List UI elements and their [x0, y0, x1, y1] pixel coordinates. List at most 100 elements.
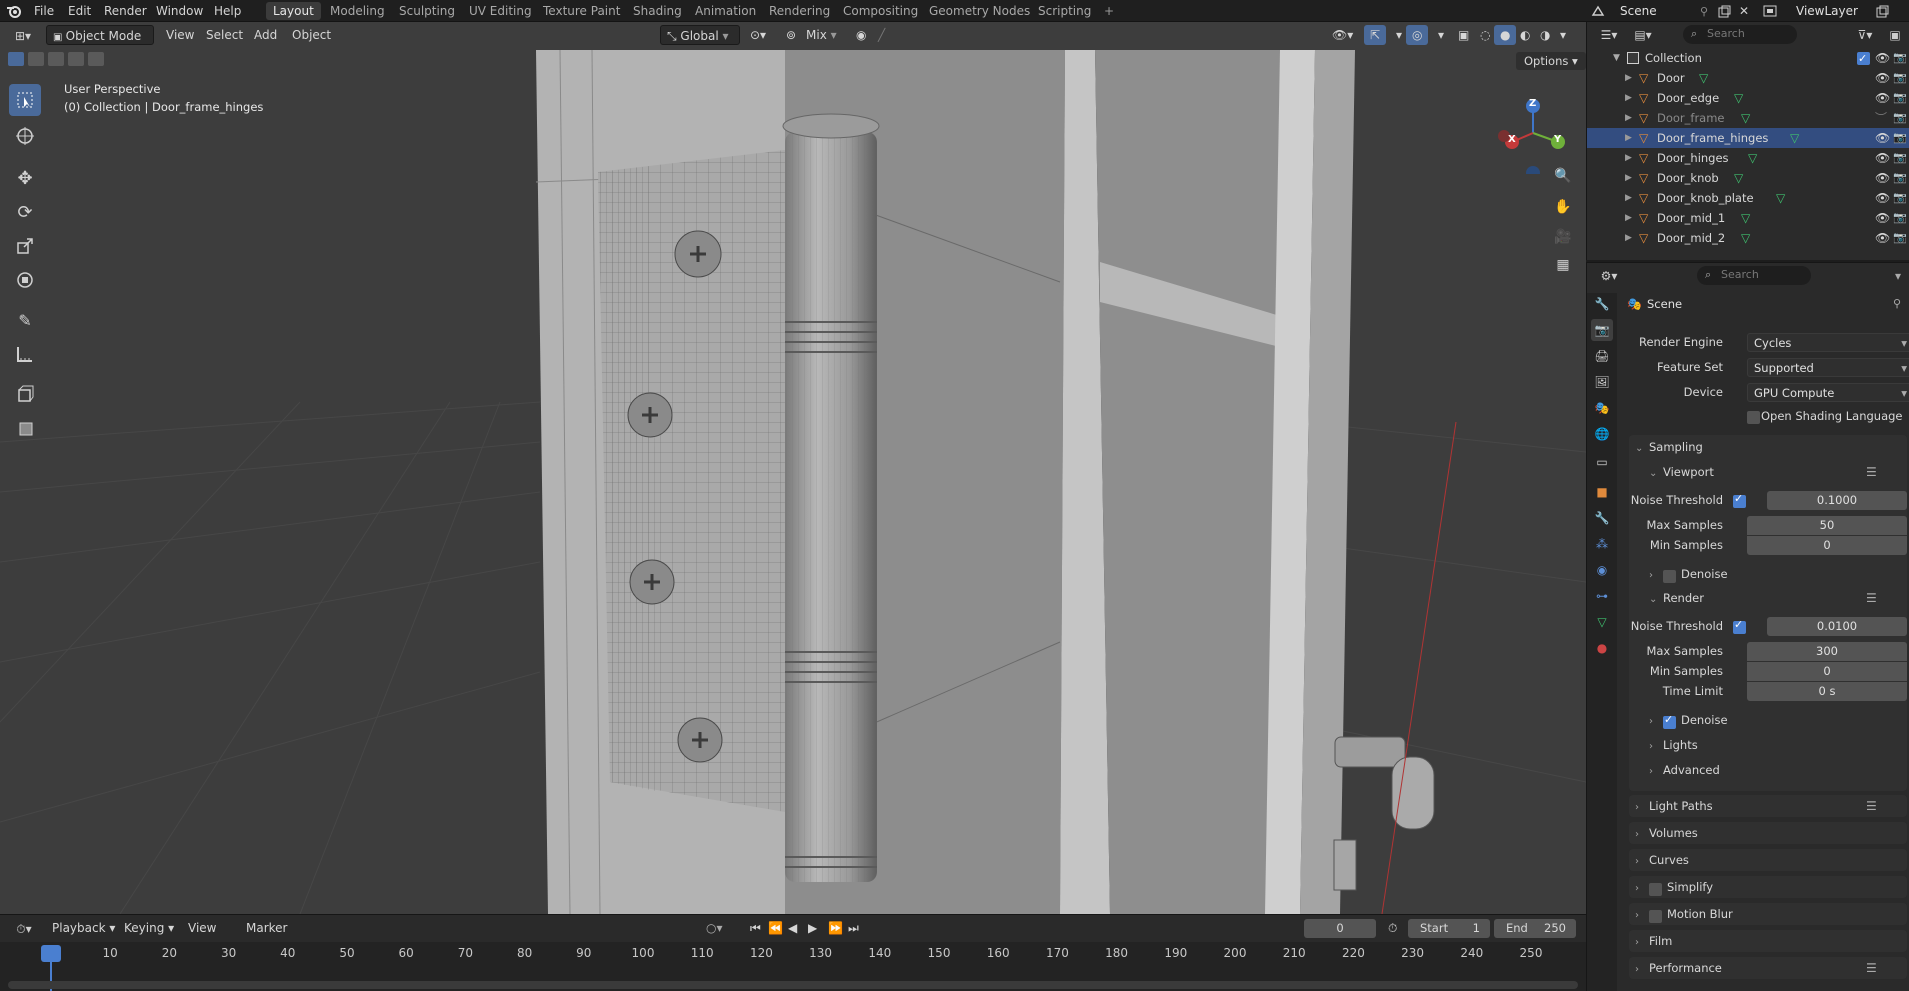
pin-icon[interactable]: ⚲: [1696, 3, 1712, 19]
end-frame-field[interactable]: End 250: [1494, 919, 1576, 938]
tab-rendering[interactable]: Rendering: [762, 2, 837, 20]
camera-icon[interactable]: 📷: [1893, 208, 1907, 228]
new-viewlayer-icon[interactable]: [1874, 3, 1890, 19]
select-extend-icon[interactable]: [28, 52, 44, 66]
camera-icon[interactable]: 📷: [1893, 48, 1907, 68]
xray-icon[interactable]: ▣: [1452, 25, 1475, 45]
menu-view[interactable]: View: [160, 25, 200, 45]
eye-icon[interactable]: 👁: [1875, 208, 1890, 228]
play-icon[interactable]: ▶: [802, 918, 823, 938]
menu-object[interactable]: Object: [286, 25, 337, 45]
camera-view-icon[interactable]: 🎥: [1552, 226, 1574, 248]
presets-list-icon[interactable]: ☰: [1866, 465, 1877, 479]
eye-icon[interactable]: 👁: [1875, 148, 1890, 168]
marker-menu[interactable]: Marker: [240, 918, 293, 938]
render-engine-dropdown[interactable]: Cycles ▾: [1747, 333, 1909, 352]
film-header[interactable]: › Film: [1635, 934, 1672, 948]
vp-max-samples-field[interactable]: 50: [1747, 516, 1907, 535]
mesh-data-icon[interactable]: ▽: [1741, 108, 1750, 128]
visibility-icon[interactable]: 👁▾: [1326, 25, 1359, 45]
select-new-icon[interactable]: [8, 52, 24, 66]
chevron-right-icon[interactable]: ▶: [1625, 188, 1632, 208]
camera-icon[interactable]: 📷: [1893, 88, 1907, 108]
tab-scripting[interactable]: Scripting: [1031, 2, 1098, 20]
outliner-item[interactable]: ▶ ▽ Door_edge ▽ 👁 📷: [1587, 88, 1909, 108]
new-scene-icon[interactable]: [1716, 3, 1732, 19]
add-cube-tool-icon[interactable]: [9, 378, 41, 410]
simplify-checkbox[interactable]: [1649, 883, 1662, 896]
transform-tool-icon[interactable]: [9, 264, 41, 296]
feature-set-dropdown[interactable]: Supported ▾: [1747, 358, 1909, 377]
outliner-item[interactable]: ▶ ▽ Door_hinges ▽ 👁 📷: [1587, 148, 1909, 168]
tab-animation[interactable]: Animation: [688, 2, 763, 20]
presets-list-icon[interactable]: ☰: [1866, 799, 1877, 813]
outliner-item[interactable]: ▶ ▽ Door_mid_2 ▽ 👁 📷: [1587, 228, 1909, 248]
performance-header[interactable]: › Performance: [1635, 961, 1722, 975]
chevron-right-icon[interactable]: ▶: [1625, 168, 1632, 188]
mesh-data-icon[interactable]: ▽: [1699, 68, 1708, 88]
timeline-view-menu[interactable]: View: [182, 918, 222, 938]
eye-icon[interactable]: 👁: [1875, 88, 1890, 108]
play-reverse-icon[interactable]: ◀: [782, 918, 803, 938]
navigation-gizmo[interactable]: Z Y X: [1490, 84, 1570, 180]
device-dropdown[interactable]: GPU Compute ▾: [1747, 383, 1909, 402]
eye-icon[interactable]: ︶: [1875, 108, 1887, 128]
motion-blur-header[interactable]: ›: [1635, 907, 1649, 921]
r-max-samples-field[interactable]: 300: [1747, 642, 1907, 661]
cursor-tool-icon[interactable]: [9, 120, 41, 152]
filter-icon[interactable]: ⊽▾: [1853, 26, 1877, 44]
modifier-tab-icon[interactable]: 🔧: [1591, 507, 1613, 529]
scene-name[interactable]: Scene: [1620, 0, 1657, 22]
render-subpanel-header[interactable]: ⌄ Render: [1649, 591, 1704, 605]
snap-mode-dropdown[interactable]: Mix ▾: [800, 25, 843, 45]
advanced-subpanel-header[interactable]: › Advanced: [1649, 763, 1720, 777]
eye-icon[interactable]: 👁: [1875, 68, 1890, 88]
eye-icon[interactable]: 👁: [1875, 188, 1890, 208]
tab-layout[interactable]: Layout: [266, 2, 321, 20]
tab-geometry-nodes[interactable]: Geometry Nodes: [922, 2, 1037, 20]
pin-icon[interactable]: ⚲: [1893, 297, 1901, 310]
simplify-header[interactable]: ›: [1635, 880, 1649, 894]
timeline[interactable]: ⏱▾ Playback ▾ Keying ▾ View Marker ○▾ ⏮ …: [0, 914, 1586, 991]
eye-icon[interactable]: 👁: [1875, 128, 1890, 148]
select-invert-icon[interactable]: [68, 52, 84, 66]
menu-add[interactable]: Add: [248, 25, 283, 45]
gizmo-toggle-icon[interactable]: ⇱: [1364, 25, 1387, 45]
constraints-tab-icon[interactable]: ⊶: [1591, 585, 1613, 607]
mode-dropdown[interactable]: ▣ Object Mode ▾: [46, 25, 154, 65]
annotate-tool-icon[interactable]: ✎: [9, 304, 41, 336]
tab-modeling[interactable]: Modeling: [323, 2, 392, 20]
transform-orientation-dropdown[interactable]: ⤡ Global ▾: [660, 25, 740, 45]
playback-menu[interactable]: Playback ▾: [46, 918, 121, 938]
chevron-right-icon[interactable]: ▶: [1625, 108, 1632, 128]
current-frame-field[interactable]: 0: [1304, 919, 1376, 938]
properties-editor[interactable]: ⚙▾ ⌕ Search ▾ 🔧 📷 🖨 🖼 🎭 🌐 ▭ ■ 🔧 ⁂ ◉ ⊶ ▽ …: [1586, 262, 1909, 991]
display-mode-icon[interactable]: ▤▾: [1629, 26, 1657, 44]
camera-icon[interactable]: 📷: [1893, 68, 1907, 88]
motion-blur-checkbox[interactable]: [1649, 910, 1662, 923]
timeline-editor-icon[interactable]: ⏱▾: [10, 920, 38, 938]
editor-type-icon[interactable]: ⊞▾: [10, 27, 36, 45]
menu-render[interactable]: Render: [98, 0, 153, 22]
mesh-data-icon[interactable]: ▽: [1734, 168, 1743, 188]
mesh-data-icon[interactable]: ▽: [1748, 148, 1757, 168]
zoom-icon[interactable]: 🔍: [1552, 165, 1574, 187]
scene-icon[interactable]: [1590, 3, 1606, 19]
r-denoise-checkbox[interactable]: [1663, 713, 1676, 729]
camera-icon[interactable]: 📷: [1893, 148, 1907, 168]
pan-hand-icon[interactable]: ✋: [1552, 196, 1574, 218]
eye-icon[interactable]: 👁: [1875, 228, 1890, 248]
data-tab-icon[interactable]: ▽: [1591, 611, 1613, 633]
r-denoise-header[interactable]: ›: [1649, 713, 1663, 727]
output-tab-icon[interactable]: 🖨: [1591, 345, 1613, 367]
mesh-data-icon[interactable]: ▽: [1741, 208, 1750, 228]
volumes-header[interactable]: › Volumes: [1635, 826, 1698, 840]
presets-list-icon[interactable]: ☰: [1866, 591, 1877, 605]
3d-viewport[interactable]: ⊞▾ ▣ Object Mode ▾ View Select Add Objec…: [0, 22, 1586, 914]
outliner-collection-row[interactable]: ▼ Collection 👁 📷: [1587, 48, 1909, 69]
light-paths-header[interactable]: › Light Paths: [1635, 799, 1713, 813]
blender-logo-icon[interactable]: [6, 3, 22, 19]
chevron-right-icon[interactable]: ▶: [1625, 208, 1632, 228]
chevron-right-icon[interactable]: ▶: [1625, 88, 1632, 108]
shading-dropdown-icon[interactable]: ▾: [1554, 25, 1572, 45]
